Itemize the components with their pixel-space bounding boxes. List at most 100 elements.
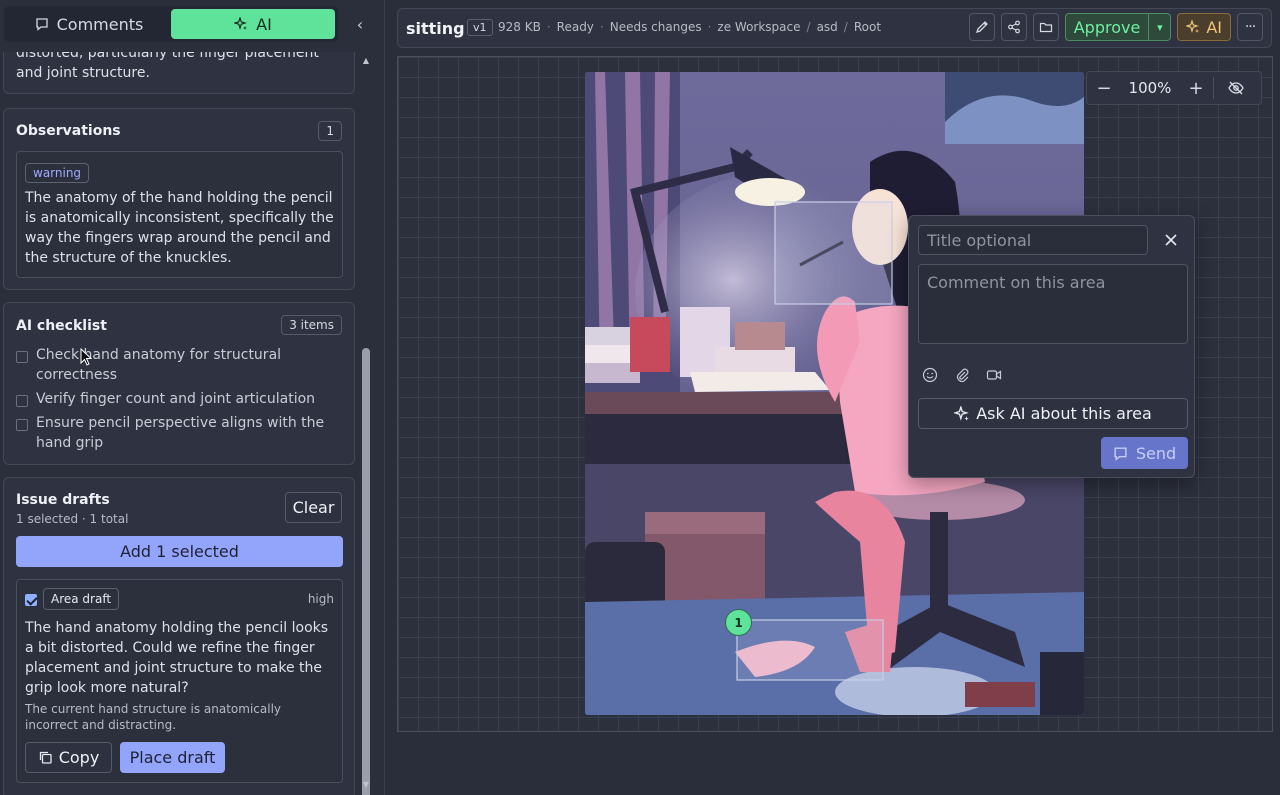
ask-ai-label: Ask AI about this area bbox=[976, 404, 1152, 423]
edit-button[interactable] bbox=[968, 13, 995, 41]
file-size: 928 KB bbox=[498, 20, 541, 34]
tab-comments-label: Comments bbox=[56, 14, 144, 34]
checklist-checkbox[interactable] bbox=[16, 351, 28, 363]
separator-dot: · bbox=[599, 20, 604, 34]
file-header: sitting v1 928 KB · Ready · Needs change… bbox=[397, 8, 1272, 48]
video-icon bbox=[986, 370, 1002, 380]
checklist-item[interactable]: Check hand anatomy for structural correc… bbox=[16, 345, 336, 385]
comment-tools bbox=[921, 366, 1003, 384]
copy-icon bbox=[39, 751, 52, 764]
more-button[interactable]: ··· bbox=[1237, 13, 1263, 41]
chevron-left-icon: ‹ bbox=[356, 14, 364, 34]
observation-item: warning The anatomy of the hand holding … bbox=[16, 151, 343, 278]
comment-title-input[interactable] bbox=[918, 225, 1148, 255]
issue-drafts-card: Issue drafts 1 selected · 1 total Clear … bbox=[3, 477, 355, 795]
separator-dot: · bbox=[707, 20, 712, 34]
zoom-in-button[interactable]: + bbox=[1179, 72, 1213, 104]
comment-textarea[interactable] bbox=[918, 264, 1188, 344]
checklist-item[interactable]: Ensure pencil perspective aligns with th… bbox=[16, 413, 346, 453]
file-status: Ready bbox=[556, 20, 594, 34]
share-icon bbox=[1007, 20, 1020, 34]
observations-title: Observations bbox=[16, 123, 121, 139]
breadcrumb-root[interactable]: Root bbox=[854, 20, 881, 34]
breadcrumb-separator: / bbox=[843, 20, 848, 34]
folder-button[interactable] bbox=[1032, 13, 1059, 41]
draft-item: Area draft high The hand anatomy holding… bbox=[16, 579, 343, 783]
sparkle-icon bbox=[1186, 20, 1200, 33]
checklist-checkbox[interactable] bbox=[16, 419, 28, 431]
add-selected-button[interactable]: Add 1 selected bbox=[16, 536, 343, 567]
collapse-sidebar-button[interactable]: ‹ bbox=[348, 12, 372, 36]
ai-panel-scroll[interactable]: distorted, particularly the finger place… bbox=[0, 52, 358, 795]
drafts-title: Issue drafts bbox=[16, 492, 110, 508]
zoom-level: 100% bbox=[1128, 79, 1172, 97]
sparkle-icon bbox=[954, 405, 970, 421]
zoom-out-button[interactable]: − bbox=[1087, 72, 1121, 104]
breadcrumb-folder[interactable]: asd bbox=[817, 20, 838, 34]
comment-icon bbox=[35, 18, 48, 31]
more-icon: ··· bbox=[1244, 19, 1256, 35]
header-actions: Approve ▾ AI ··· bbox=[968, 13, 1263, 41]
chevron-down-icon[interactable]: ▾ bbox=[1148, 14, 1170, 40]
scroll-down-icon[interactable]: ▼ bbox=[361, 780, 371, 790]
comment-icon bbox=[1114, 446, 1127, 461]
checklist-count: 3 items bbox=[281, 315, 342, 335]
area-comment-popup: Ask AI about this area Send bbox=[908, 215, 1195, 478]
smiley-icon bbox=[922, 367, 938, 383]
sparkle-icon bbox=[234, 17, 248, 30]
minus-icon: − bbox=[1096, 77, 1112, 99]
severity-tag: warning bbox=[25, 163, 90, 183]
copy-button[interactable]: Copy bbox=[25, 742, 112, 773]
checklist-item-label: Ensure pencil perspective aligns with th… bbox=[36, 415, 325, 451]
close-icon bbox=[1165, 234, 1177, 246]
ai-checklist-card: AI checklist 3 items Check hand anatomy … bbox=[3, 302, 355, 465]
share-button[interactable] bbox=[1000, 13, 1027, 41]
paperclip-icon bbox=[956, 368, 969, 383]
eye-off-icon bbox=[1228, 81, 1244, 95]
copy-label: Copy bbox=[58, 748, 100, 767]
checklist-item[interactable]: Verify finger count and joint articulati… bbox=[16, 389, 336, 409]
tab-ai[interactable]: AI bbox=[171, 9, 335, 39]
mouse-cursor-icon bbox=[80, 348, 92, 366]
ask-ai-area-button[interactable]: Ask AI about this area bbox=[918, 398, 1188, 429]
ai-button-label: AI bbox=[1206, 17, 1222, 37]
file-title: sitting bbox=[406, 19, 465, 38]
observations-count: 1 bbox=[318, 121, 342, 141]
summary-text: distorted, particularly the finger place… bbox=[16, 52, 319, 81]
ai-button[interactable]: AI bbox=[1177, 13, 1231, 41]
draft-priority: high bbox=[307, 592, 334, 606]
sidebar-tabs: Comments AI bbox=[4, 6, 338, 42]
scrollbar-thumb[interactable] bbox=[362, 348, 370, 795]
send-label: Send bbox=[1135, 443, 1177, 463]
zoom-toolbar: − 100% + bbox=[1086, 71, 1262, 105]
plus-icon: + bbox=[1188, 77, 1204, 99]
breadcrumb-workspace[interactable]: ze Workspace bbox=[717, 20, 800, 34]
checklist-checkbox[interactable] bbox=[16, 395, 28, 407]
checklist-title: AI checklist bbox=[16, 318, 107, 334]
attach-button[interactable] bbox=[953, 366, 971, 384]
approve-button-group: Approve ▾ bbox=[1064, 13, 1172, 41]
close-popup-button[interactable] bbox=[1160, 229, 1182, 251]
summary-card: distorted, particularly the finger place… bbox=[3, 52, 355, 94]
toggle-annotations-button[interactable] bbox=[1214, 72, 1258, 104]
folder-icon bbox=[1039, 22, 1052, 33]
comment-pin[interactable]: 1 bbox=[725, 609, 752, 636]
sidebar-scrollbar[interactable]: ▲ ▼ bbox=[360, 52, 372, 795]
tab-ai-label: AI bbox=[256, 14, 272, 34]
checklist-item-label: Verify finger count and joint articulati… bbox=[36, 391, 316, 407]
emoji-button[interactable] bbox=[921, 366, 939, 384]
video-button[interactable] bbox=[985, 366, 1003, 384]
send-button[interactable]: Send bbox=[1101, 437, 1188, 469]
scroll-up-icon[interactable]: ▲ bbox=[361, 56, 371, 66]
draft-select-checkbox[interactable] bbox=[25, 594, 37, 606]
sidebar: Comments AI ‹ distorted, particularly th… bbox=[0, 0, 385, 795]
place-draft-button[interactable]: Place draft bbox=[120, 742, 225, 773]
approve-button[interactable]: Approve bbox=[1066, 18, 1149, 37]
drafts-subtitle: 1 selected · 1 total bbox=[16, 512, 129, 526]
draft-reason: The current hand structure is anatomical… bbox=[25, 702, 282, 732]
version-badge[interactable]: v1 bbox=[467, 19, 493, 36]
review-status: Needs changes bbox=[609, 20, 702, 34]
observation-text: The anatomy of the hand holding the penc… bbox=[25, 190, 334, 266]
tab-comments[interactable]: Comments bbox=[7, 9, 171, 39]
clear-button[interactable]: Clear bbox=[285, 492, 342, 523]
